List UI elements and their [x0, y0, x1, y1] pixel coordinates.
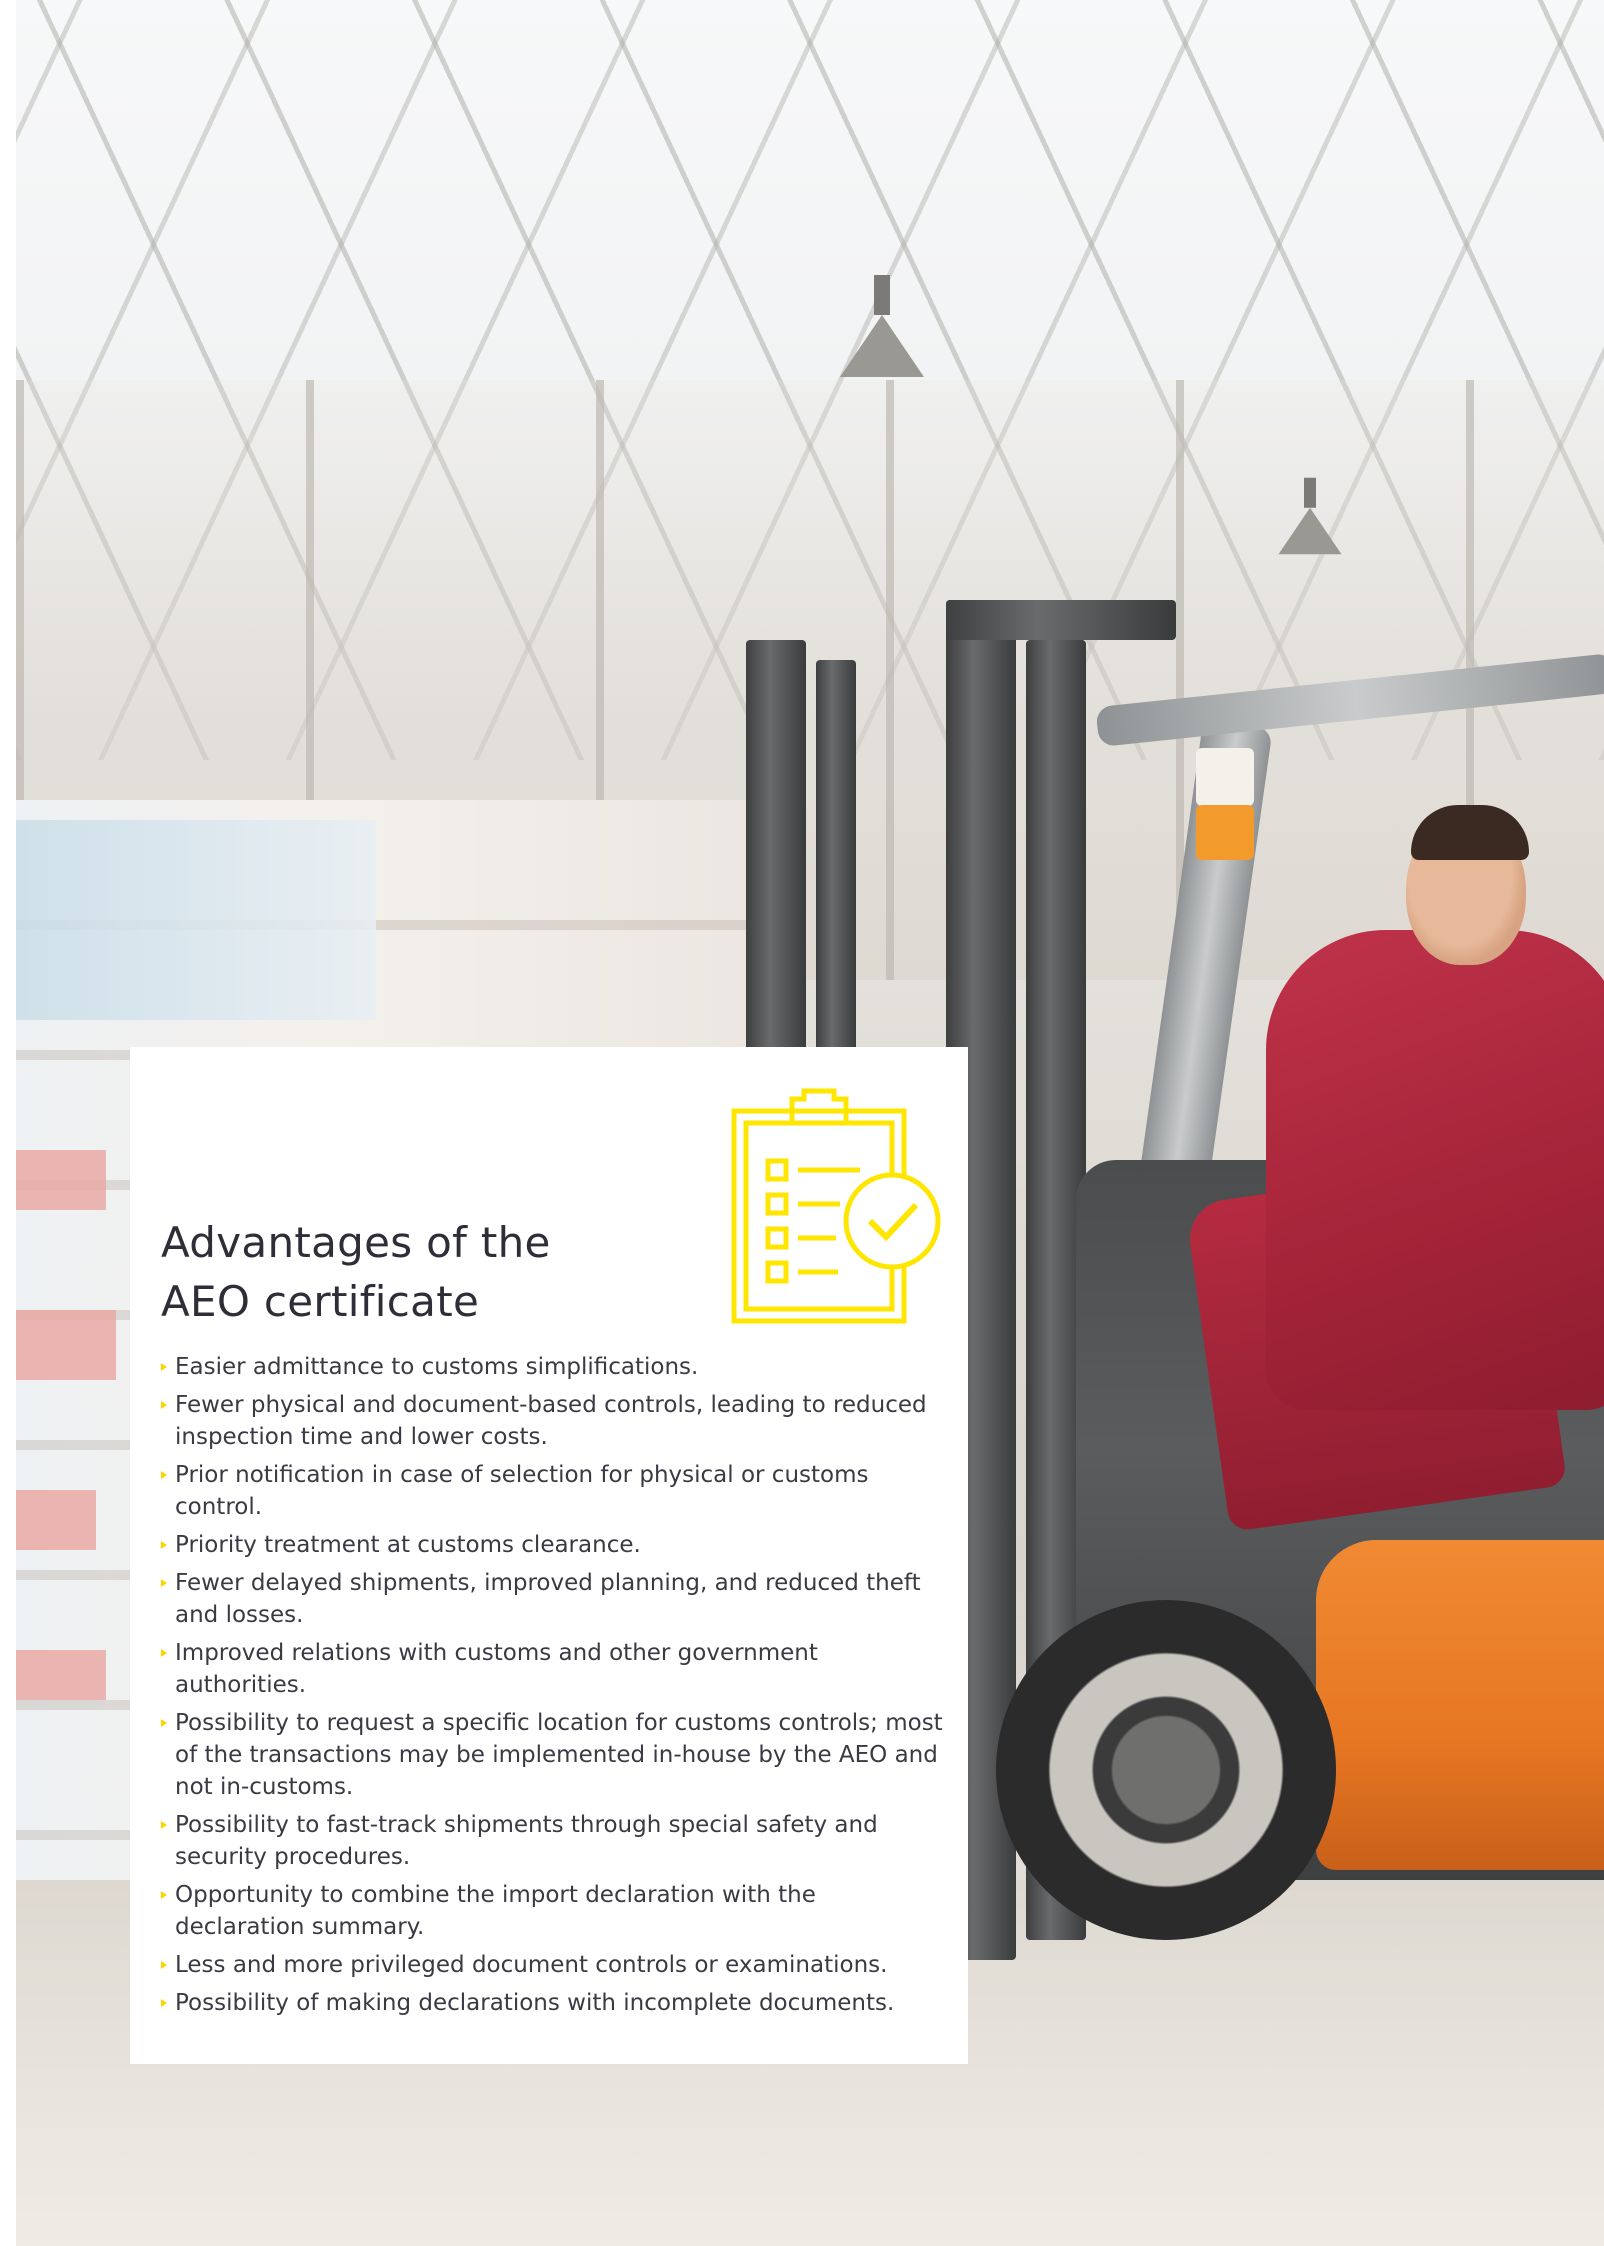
- list-item: Possibility to request a specific locati…: [161, 1707, 951, 1803]
- list-item: Fewer delayed shipments, improved planni…: [161, 1567, 951, 1631]
- list-item-text: Easier admittance to customs simplificat…: [175, 1354, 699, 1380]
- pallet-bag: [16, 1490, 96, 1550]
- bullet-arrow-icon: [161, 1401, 167, 1409]
- wrapped-pallet: [16, 820, 376, 1020]
- bullet-arrow-icon: [161, 1649, 167, 1657]
- forklift-counterweight: [1316, 1540, 1604, 1870]
- ceiling-lamp: [840, 275, 924, 377]
- forklift-mast-top: [946, 600, 1176, 640]
- pallet-bag: [16, 1650, 106, 1700]
- bullet-arrow-icon: [161, 1363, 167, 1371]
- card-title-line: AEO certificate: [161, 1277, 480, 1326]
- card-title: Advantages of the AEO certificate: [161, 1213, 551, 1331]
- list-item: Opportunity to combine the import declar…: [161, 1879, 951, 1943]
- list-item-text: Less and more privileged document contro…: [175, 1952, 888, 1978]
- list-item-text: Possibility to fast-track shipments thro…: [175, 1812, 878, 1870]
- bullet-arrow-icon: [161, 1579, 167, 1587]
- list-item-text: Possibility of making declarations with …: [175, 1990, 895, 2016]
- list-item: Priority treatment at customs clearance.: [161, 1529, 951, 1561]
- list-item: Improved relations with customs and othe…: [161, 1637, 951, 1701]
- list-item: Easier admittance to customs simplificat…: [161, 1351, 951, 1383]
- page: Advantages of the AEO certificate Easier…: [0, 0, 1604, 2246]
- forklift-indicator-light: [1196, 805, 1254, 860]
- advantages-list: Easier admittance to customs simplificat…: [161, 1351, 951, 2025]
- list-item-text: Opportunity to combine the import declar…: [175, 1882, 816, 1940]
- aeo-advantages-card: Advantages of the AEO certificate Easier…: [130, 1047, 968, 2064]
- list-item: Possibility to fast-track shipments thro…: [161, 1809, 951, 1873]
- list-item-text: Fewer delayed shipments, improved planni…: [175, 1570, 921, 1628]
- list-item-text: Prior notification in case of selection …: [175, 1462, 869, 1520]
- pallet-bag: [16, 1310, 116, 1380]
- bullet-arrow-icon: [161, 1541, 167, 1549]
- clipboard-checklist-check-icon: [731, 1088, 941, 1324]
- list-item: Possibility of making declarations with …: [161, 1987, 951, 2019]
- pallet-bag: [16, 1150, 106, 1210]
- list-item: Prior notification in case of selection …: [161, 1459, 951, 1523]
- list-item: Fewer physical and document-based contro…: [161, 1389, 951, 1453]
- driver-torso: [1266, 930, 1604, 1410]
- forklift-front-wheel: [996, 1600, 1336, 1940]
- list-item-text: Improved relations with customs and othe…: [175, 1640, 818, 1698]
- forklift-headlight: [1196, 748, 1254, 806]
- bullet-arrow-icon: [161, 1821, 167, 1829]
- bullet-arrow-icon: [161, 1891, 167, 1899]
- bullet-arrow-icon: [161, 1719, 167, 1727]
- list-item-text: Possibility to request a specific locati…: [175, 1710, 943, 1800]
- ceiling-lamp: [1278, 477, 1342, 555]
- card-title-line: Advantages of the: [161, 1218, 551, 1267]
- bullet-arrow-icon: [161, 1961, 167, 1969]
- list-item: Less and more privileged document contro…: [161, 1949, 951, 1981]
- bullet-arrow-icon: [161, 1999, 167, 2007]
- list-item-text: Fewer physical and document-based contro…: [175, 1392, 927, 1450]
- bullet-arrow-icon: [161, 1471, 167, 1479]
- list-item-text: Priority treatment at customs clearance.: [175, 1532, 641, 1558]
